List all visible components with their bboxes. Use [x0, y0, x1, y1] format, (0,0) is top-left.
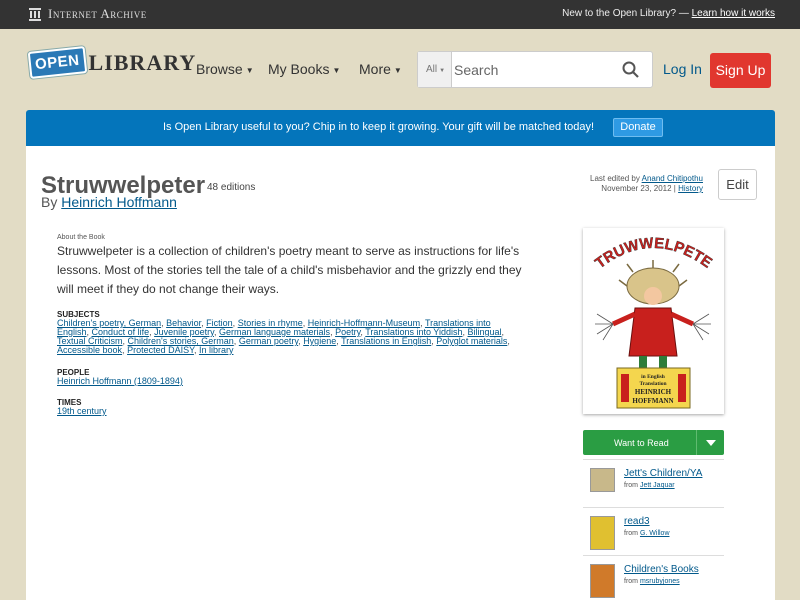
learn-how-link[interactable]: Learn how it works [692, 8, 775, 19]
list-owner: from Jett Jaquar [624, 482, 675, 489]
list-name-link[interactable]: Jett's Children/YA [624, 468, 702, 479]
search-input[interactable] [454, 58, 614, 82]
site-header: OPEN LIBRARY Browse ▼ My Books ▼ More ▼ All… [0, 29, 800, 110]
history-link[interactable]: History [678, 184, 703, 193]
new-user-promo: New to the Open Library? — Learn how it … [562, 8, 775, 19]
nav-more-label: More [359, 61, 391, 77]
internet-archive-label: Internet Archive [48, 6, 147, 21]
search-icon[interactable] [622, 61, 639, 78]
want-to-read-button[interactable]: Want to Read [583, 430, 724, 455]
list-thumbnail[interactable] [590, 468, 615, 492]
open-library-logo[interactable]: OPEN LIBRARY [27, 46, 197, 79]
last-edited-label: Last edited by [590, 174, 640, 183]
work-byline: By Heinrich Hoffmann [41, 194, 177, 210]
list-owner: from msrubyjones [624, 578, 680, 585]
edit-button[interactable]: Edit [718, 169, 757, 200]
promo-text: New to the Open Library? — [562, 8, 689, 19]
last-edited-info: Last edited by Anand Chitipothu November… [590, 174, 703, 194]
subject-link[interactable]: Translations in English [341, 336, 431, 346]
nav-more[interactable]: More ▼ [359, 61, 402, 77]
list-owner: from G. Willow [624, 530, 670, 537]
cover-line-1: in English [641, 374, 665, 380]
search-scope-select[interactable]: All ▼ [418, 52, 452, 87]
list-from-label: from [624, 482, 638, 489]
list-from-label: from [624, 578, 638, 585]
people-list: Heinrich Hoffmann (1809-1894) [57, 377, 522, 386]
archive-building-icon [29, 8, 41, 21]
work-page: Struwwelpeter 48 editions By Heinrich Ho… [26, 146, 775, 600]
search-scope-label: All [426, 64, 438, 75]
list-name-link[interactable]: read3 [624, 516, 650, 527]
editions-count[interactable]: 48 editions [207, 182, 255, 193]
book-description: Struwwelpeter is a collection of childre… [57, 244, 522, 296]
want-to-read-label: Want to Read [614, 438, 669, 448]
list-item[interactable]: Jett's Children/YA from Jett Jaquar [583, 459, 724, 507]
donate-banner: Is Open Library useful to you? Chip in t… [26, 110, 775, 146]
lists-panel: Jett's Children/YA from Jett Jaquar read3 f… [583, 459, 724, 600]
nav-my-books-label: My Books [268, 61, 330, 77]
last-edited-user-link[interactable]: Anand Chitipothu [642, 174, 703, 183]
book-cover[interactable]: STRUWWELPETER in English Translation HEI… [577, 215, 724, 414]
internet-archive-logo[interactable]: Internet Archive [28, 6, 147, 22]
subject-link[interactable]: Polyglot materials [436, 336, 507, 346]
about-book-label: About the Book [57, 234, 105, 241]
time-period-link[interactable]: 19th century [57, 406, 107, 416]
chevron-down-icon: ▼ [393, 65, 402, 75]
list-owner-link[interactable]: G. Willow [640, 530, 670, 537]
list-name-link[interactable]: Children's Books [624, 564, 699, 575]
internet-archive-bar: Internet Archive New to the Open Library… [0, 0, 800, 29]
person-link[interactable]: Heinrich Hoffmann (1809-1894) [57, 376, 183, 386]
subject-link[interactable]: In library [199, 345, 234, 355]
subject-link[interactable]: Accessible book [57, 345, 122, 355]
signup-button[interactable]: Sign Up [710, 53, 771, 88]
list-owner-link[interactable]: msrubyjones [640, 578, 680, 585]
list-thumbnail[interactable] [590, 516, 615, 550]
subject-link[interactable]: Protected DAISY [127, 345, 194, 355]
nav-browse[interactable]: Browse ▼ [196, 61, 254, 77]
by-label: By [41, 194, 58, 210]
logo-library-text: LIBRARY [88, 49, 197, 75]
reading-status-dropdown[interactable] [696, 430, 724, 455]
chevron-down-icon: ▼ [245, 65, 254, 75]
cover-line-3: HEINRICH [635, 388, 672, 396]
list-item[interactable]: Children's Books from msrubyjones [583, 555, 724, 600]
list-from-label: from [624, 530, 638, 537]
search-bar: All ▼ [417, 51, 653, 88]
cover-illustration: STRUWWELPETER in English Translation HEI… [577, 215, 724, 414]
list-item[interactable]: read3 from G. Willow [583, 507, 724, 555]
cover-line-2: Translation [639, 381, 666, 387]
chevron-down-icon: ▼ [439, 68, 446, 74]
last-edited-date: November 23, 2012 | [601, 184, 676, 193]
subject-link[interactable]: German poetry [239, 336, 298, 346]
list-owner-link[interactable]: Jett Jaquar [640, 482, 675, 489]
nav-browse-label: Browse [196, 61, 243, 77]
subjects-list: Children's poetry, German, Behavior, Fic… [57, 318, 510, 355]
subject-link[interactable]: Hygiene [303, 336, 336, 346]
logo-open-sign: OPEN [27, 46, 87, 79]
list-thumbnail[interactable] [590, 564, 615, 598]
times-list: 19th century [57, 407, 522, 416]
chevron-down-icon: ▼ [332, 65, 341, 75]
nav-my-books[interactable]: My Books ▼ [268, 61, 340, 77]
donate-message: Is Open Library useful to you? Chip in t… [163, 121, 595, 133]
donate-button[interactable]: Donate [613, 118, 663, 137]
cover-line-4: HOFFMANN [632, 397, 673, 405]
login-link[interactable]: Log In [663, 61, 702, 77]
author-link[interactable]: Heinrich Hoffmann [61, 194, 177, 210]
